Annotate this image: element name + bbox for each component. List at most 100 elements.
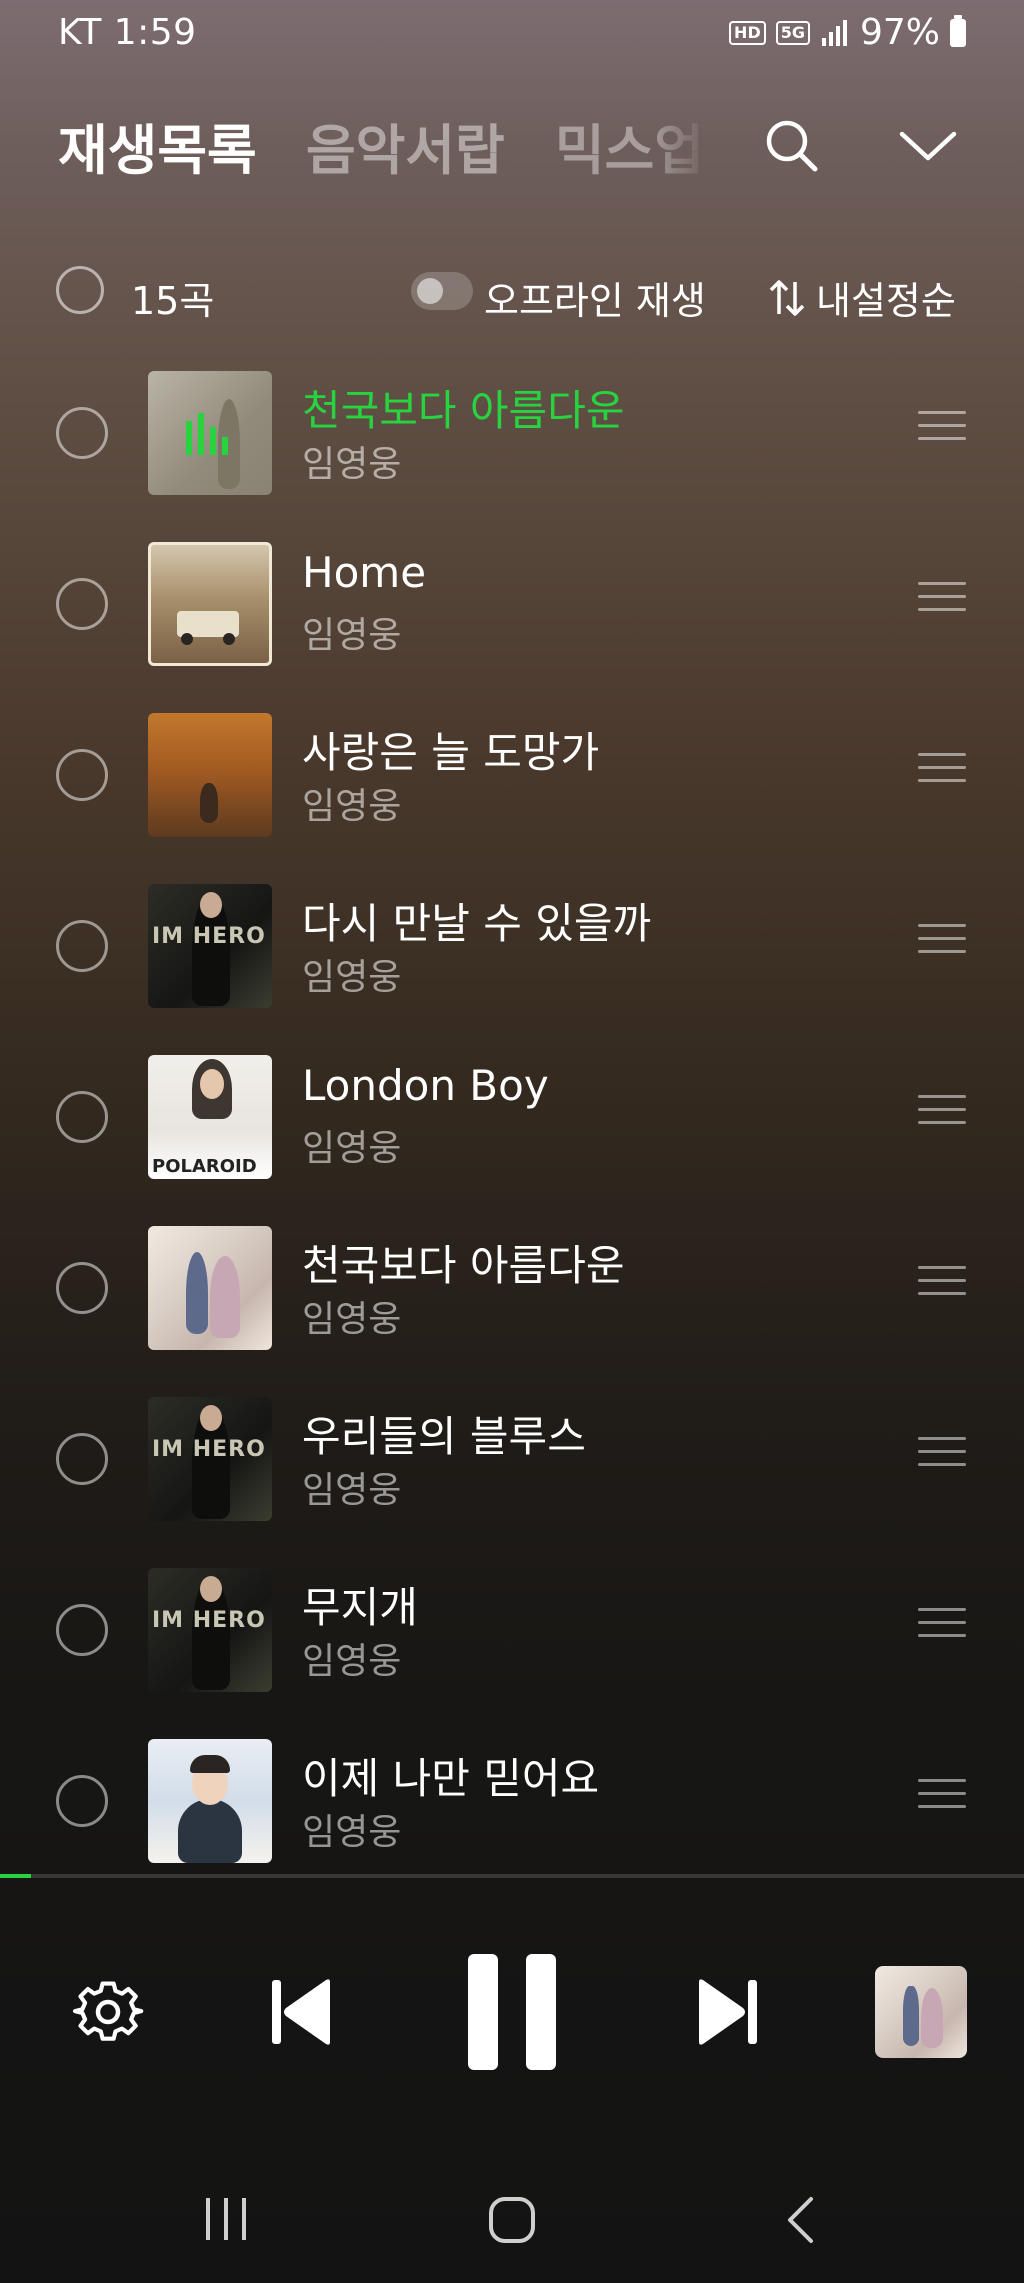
list-item[interactable]: 천국보다 아름다운 임영웅 <box>0 363 1024 503</box>
playback-progress-bar[interactable] <box>0 1874 1024 1878</box>
pause-icon[interactable] <box>468 1954 556 2070</box>
status-icons: HD 5G 97% <box>729 12 966 53</box>
track-artist: 임영웅 <box>302 615 402 656</box>
sort-label: 내설정순 <box>816 279 956 323</box>
recent-apps-icon[interactable] <box>204 2196 248 2242</box>
select-checkbox[interactable] <box>56 1262 108 1314</box>
album-art: POLAROID <box>148 1055 272 1179</box>
hd-badge: HD <box>729 20 766 45</box>
next-track-icon[interactable] <box>695 1976 759 2048</box>
signal-icon <box>821 19 847 46</box>
offline-play-toggle[interactable] <box>411 272 473 310</box>
track-title: 다시 만날 수 있을까 <box>302 899 652 948</box>
album-art: IM HERO <box>148 1568 272 1692</box>
list-item[interactable]: 이제 나만 믿어요 임영웅 <box>0 1731 1024 1871</box>
track-artist: 임영웅 <box>302 1812 402 1853</box>
back-icon[interactable] <box>785 2196 815 2244</box>
album-art: IM HERO <box>148 1397 272 1521</box>
list-item[interactable]: IM HERO 다시 만날 수 있을까 임영웅 <box>0 876 1024 1016</box>
select-all-checkbox[interactable] <box>56 266 104 314</box>
track-artist: 임영웅 <box>302 786 402 827</box>
drag-handle-icon[interactable] <box>918 753 966 793</box>
art-figure <box>921 1988 943 2048</box>
sort-button[interactable]: 내설정순 <box>768 270 956 325</box>
tab-mixup[interactable]: 믹스업 <box>555 106 710 185</box>
art-figure <box>903 1986 919 2046</box>
list-item[interactable]: 천국보다 아름다운 임영웅 <box>0 1218 1024 1358</box>
select-checkbox[interactable] <box>56 407 108 459</box>
list-item[interactable]: IM HERO 우리들의 블루스 임영웅 <box>0 1389 1024 1529</box>
battery-percent: 97% <box>859 12 940 53</box>
playlist-toolbar: 15곡 오프라인 재생 내설정순 <box>0 258 1024 328</box>
drag-handle-icon[interactable] <box>918 1779 966 1819</box>
art-face <box>200 1576 222 1602</box>
drag-handle-icon[interactable] <box>918 924 966 964</box>
select-checkbox[interactable] <box>56 1433 108 1485</box>
track-title: London Boy <box>302 1061 549 1110</box>
track-artist: 임영웅 <box>302 444 402 485</box>
now-playing-equalizer-icon <box>186 413 228 455</box>
chevron-down-icon[interactable] <box>898 116 958 176</box>
player-controls <box>0 1920 1024 2100</box>
select-checkbox[interactable] <box>56 920 108 972</box>
album-art <box>148 542 272 666</box>
select-checkbox[interactable] <box>56 749 108 801</box>
track-artist: 임영웅 <box>302 957 402 998</box>
status-bar: KT 1:59 HD 5G 97% <box>0 0 1024 66</box>
art-wheel <box>223 633 235 645</box>
now-playing-album-art[interactable] <box>875 1966 967 2058</box>
drag-handle-icon[interactable] <box>918 582 966 622</box>
battery-icon <box>950 14 966 47</box>
art-wheel <box>181 633 193 645</box>
track-title: Home <box>302 548 427 597</box>
track-count: 15곡 <box>131 279 215 323</box>
track-title: 사랑은 늘 도망가 <box>302 728 600 777</box>
tab-music-drawer[interactable]: 음악서랍 <box>306 106 505 185</box>
drag-handle-icon[interactable] <box>918 1437 966 1477</box>
drag-handle-icon[interactable] <box>918 1266 966 1306</box>
track-title: 무지개 <box>302 1583 418 1632</box>
art-face <box>200 1069 224 1099</box>
art-hair <box>190 1755 230 1773</box>
select-checkbox[interactable] <box>56 1775 108 1827</box>
header: 재생목록 음악서랍 믹스업 <box>0 100 1024 200</box>
select-checkbox[interactable] <box>56 578 108 630</box>
system-navigation-bar <box>0 2170 1024 2270</box>
track-title: 천국보다 아름다운 <box>302 1241 625 1290</box>
select-checkbox[interactable] <box>56 1091 108 1143</box>
album-art: IM HERO <box>148 884 272 1008</box>
tab-playlist[interactable]: 재생목록 <box>58 106 257 185</box>
album-art <box>148 713 272 837</box>
status-carrier-time: KT 1:59 <box>58 12 197 53</box>
list-item[interactable]: 사랑은 늘 도망가 임영웅 <box>0 705 1024 845</box>
album-art <box>148 1739 272 1863</box>
sort-icon <box>769 279 805 316</box>
select-checkbox[interactable] <box>56 1604 108 1656</box>
previous-track-icon[interactable] <box>270 1976 334 2048</box>
track-artist: 임영웅 <box>302 1641 402 1682</box>
network-5g-badge: 5G <box>775 20 810 45</box>
album-art <box>148 1226 272 1350</box>
search-icon[interactable] <box>762 116 822 176</box>
drag-handle-icon[interactable] <box>918 411 966 451</box>
art-figure <box>210 1256 240 1338</box>
home-icon[interactable] <box>488 2196 536 2244</box>
drag-handle-icon[interactable] <box>918 1095 966 1135</box>
drag-handle-icon[interactable] <box>918 1608 966 1648</box>
album-art-text: IM HERO <box>152 1608 266 1633</box>
track-title: 천국보다 아름다운 <box>302 386 625 435</box>
art-figure <box>186 1252 208 1334</box>
album-art-text: IM HERO <box>152 1437 266 1462</box>
list-item[interactable]: IM HERO 무지개 임영웅 <box>0 1560 1024 1700</box>
album-art-text: IM HERO <box>152 924 266 949</box>
track-artist: 임영웅 <box>302 1470 402 1511</box>
album-art <box>148 371 272 495</box>
art-figure <box>200 783 218 823</box>
list-item[interactable]: POLAROID London Boy 임영웅 <box>0 1047 1024 1187</box>
list-item[interactable]: Home 임영웅 <box>0 534 1024 674</box>
gear-icon[interactable] <box>72 1978 144 2050</box>
offline-play-label: 오프라인 재생 <box>484 279 706 323</box>
playback-progress-fill <box>0 1874 31 1878</box>
art-face <box>200 892 222 918</box>
album-art-text: POLAROID <box>152 1156 257 1177</box>
